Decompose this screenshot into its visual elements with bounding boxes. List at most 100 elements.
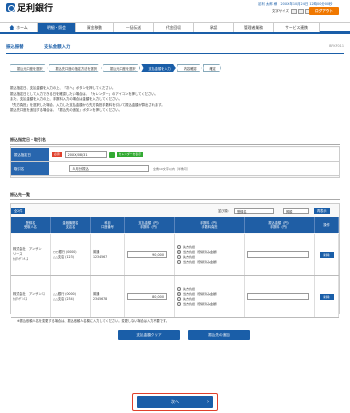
footnote: ※振込依頼人名を変更する場合は、振込依頼人名欄に入力してください。変更しない場合… <box>17 319 169 323</box>
delete-button[interactable]: 削除 <box>319 293 334 300</box>
top-header: 足利銀行 足利 太郎 様 20XX年10月24日 12時00分00秒 文字サイズ… <box>0 0 350 15</box>
radio-button[interactable] <box>177 249 181 254</box>
screen-code: BFKF011 <box>329 44 344 48</box>
radio-button[interactable] <box>177 296 181 301</box>
reg-name: 株式会社 アンザン リース ｶ)ｱﾝｻﾞﾝﾘ-ｽ <box>11 234 51 275</box>
step-2: 振込先口座の指定方法を選択 <box>48 64 102 72</box>
order-select[interactable]: 昇順 <box>283 207 309 214</box>
transfer-name-input[interactable] <box>247 293 309 300</box>
step-1: 振込元口座を選択 <box>10 64 48 72</box>
transfer-name-input[interactable] <box>247 251 309 258</box>
table-header: 登録名 受取人名 金融機関名 支店名 科目 口座番号 支払金額（円） 手数料（円… <box>11 217 339 233</box>
reg-name: 株式会社 アンザンﾐｽ ｶ)ｱﾝｻﾞﾝﾐｽ <box>11 276 51 317</box>
transaction-name-input[interactable]: ８月分振込 <box>69 165 149 172</box>
sort-label: 並び順： <box>218 209 231 213</box>
section-divider <box>10 144 340 145</box>
bank-name: ○○銀行 (0000) △△支店 (123) <box>51 234 91 275</box>
fee-option-label: 当方負担（登録済み金額） <box>183 301 220 306</box>
bank-logo[interactable]: 足利銀行 <box>6 2 54 14</box>
nav-admin[interactable]: 管理者業務 <box>234 23 274 32</box>
radio-button[interactable] <box>177 291 181 296</box>
calendar-icon[interactable] <box>108 151 115 158</box>
home-icon <box>9 25 15 30</box>
clear-amount-button[interactable]: 支払金額クリア <box>118 330 180 340</box>
font-size-control: 文字サイズ <box>272 8 311 14</box>
bank-name: △△銀行 (0000) △△支店 (234) <box>51 276 91 317</box>
fee-option-label: 当方負担（登録済み金額） <box>183 291 220 296</box>
font-size-label: 文字サイズ <box>272 9 289 13</box>
fee-option-label: 先方負担 <box>183 254 196 259</box>
table-row: 株式会社 アンザン リース ｶ)ｱﾝｻﾞﾝﾘ-ｽ ○○銀行 (0000) △△支… <box>11 234 339 276</box>
nav-collection[interactable]: 代金回収 <box>154 23 194 32</box>
fee-option-label: 先方負担 <box>183 296 196 301</box>
user-info: 足利 太郎 様 20XX年10月24日 12時00分00秒 <box>258 2 333 6</box>
radio-button[interactable] <box>177 244 181 249</box>
note-line: 振込先口座を追加する場合は、「振込先の追加」ボタンを押してください。 <box>10 108 122 112</box>
col-header: 支払金額（円） 手数料（円） <box>125 217 175 233</box>
fee-option-label: 当方負担（登録済み金額） <box>183 259 220 264</box>
list-section-title: 振込先一覧 <box>10 192 30 197</box>
step-5: 内容確認 <box>176 64 202 72</box>
nav-home-label: ホーム <box>16 25 28 30</box>
chevron-right-icon: › <box>207 399 209 405</box>
bank-logo-icon <box>6 2 15 12</box>
nav-home[interactable]: ホーム <box>0 23 38 32</box>
date-input[interactable]: 20XX/08/31 <box>64 151 107 158</box>
delete-button[interactable]: 削除 <box>319 251 334 258</box>
date-label: 振込指定日 <box>11 148 49 161</box>
nav-service[interactable]: サービス連携 <box>274 23 320 32</box>
fee-option[interactable]: 当方負担（登録済み金額） <box>177 301 220 307</box>
count-badge: 全2件 <box>11 207 26 214</box>
amount-input[interactable]: 80,000 <box>127 293 167 300</box>
account: 普通 1234567 <box>91 234 125 275</box>
logout-button[interactable]: ログアウト <box>309 7 339 15</box>
list-toolbar: 全2件 並び順： 登録名 昇順 再表示 <box>11 206 339 215</box>
table-row: 株式会社 アンザンﾐｽ ｶ)ｱﾝｻﾞﾝﾐｽ △△銀行 (0000) △△支店 (… <box>11 276 339 318</box>
nav-meisai[interactable]: 明細・照会 <box>38 23 76 32</box>
calendar-button[interactable]: カレンダーを表示 <box>116 152 143 157</box>
add-payee-button[interactable]: 振込先の追加 <box>188 330 250 340</box>
step-indicator: 振込元口座を選択 振込先口座の指定方法を選択 振込元口座を選択 支払金額を入力 … <box>10 64 222 72</box>
radio-button[interactable] <box>177 254 181 259</box>
section-divider <box>10 199 340 200</box>
radio-button[interactable] <box>177 301 181 306</box>
amount-input[interactable]: 90,000 <box>127 251 167 258</box>
name-label: 取引名 <box>11 162 49 175</box>
page-title: 支払金額入力 <box>44 45 71 50</box>
fee-option-label: 先方負担 <box>183 286 196 291</box>
fee-option[interactable]: 当方負担（登録済み金額） <box>177 259 220 265</box>
page-category: 振込振替 <box>6 45 24 50</box>
header-divider <box>6 53 344 54</box>
col-header: 科目 口座番号 <box>91 217 125 233</box>
next-button[interactable]: 次へ › <box>137 396 213 408</box>
col-header: 金融機関名 支店名 <box>51 217 91 233</box>
instructions: 振込指定日、支払金額を入力の上、「次へ」ボタンを押してください。 振込指定日とし… <box>10 86 340 114</box>
nav-approval[interactable]: 承認 <box>194 23 234 32</box>
page-header: 振込振替 支払金額入力 BFKF011 <box>6 42 344 52</box>
nav-transfer[interactable]: 資金移動 <box>76 23 114 32</box>
name-row: 取引名 ８月分振込 全角10文字以内［半角可］ <box>11 162 339 176</box>
next-label: 次へ <box>171 399 179 404</box>
name-hint: 全角10文字以内［半角可］ <box>153 166 190 171</box>
refresh-button[interactable]: 再表示 <box>314 207 330 214</box>
step-6: 確定 <box>202 64 221 72</box>
transfer-cell <box>245 234 315 275</box>
op-cell: 削除 <box>315 234 339 275</box>
radio-button[interactable] <box>177 259 181 264</box>
fee-options: 先方負担 当方負担（登録済み金額） 先方負担 当方負担（登録済み金額） <box>175 234 245 275</box>
nav-bulk[interactable]: 一括伝送 <box>114 23 154 32</box>
sort-select[interactable]: 登録名 <box>234 207 274 214</box>
col-header: 登録名 受取人名 <box>11 217 51 233</box>
date-row: 振込指定日 必須 20XX/08/31 カレンダーを表示 <box>11 148 339 162</box>
transfer-cell <box>245 276 315 317</box>
fee-option-label: 当方負担（登録済み金額） <box>183 249 220 254</box>
account: 普通 2345678 <box>91 276 125 317</box>
op-cell: 削除 <box>315 276 339 317</box>
font-size-small-button[interactable] <box>290 8 297 14</box>
radio-button[interactable] <box>177 286 181 291</box>
bank-name: 足利銀行 <box>17 3 54 14</box>
global-nav: ホーム 明細・照会 資金移動 一括伝送 代金回収 承認 管理者業務 サービス連携 <box>0 22 350 34</box>
step-4: 支払金額を入力 <box>141 64 176 72</box>
font-size-medium-button[interactable] <box>297 8 304 14</box>
col-header: 振込金額（円） 手数料（円） <box>245 217 315 233</box>
